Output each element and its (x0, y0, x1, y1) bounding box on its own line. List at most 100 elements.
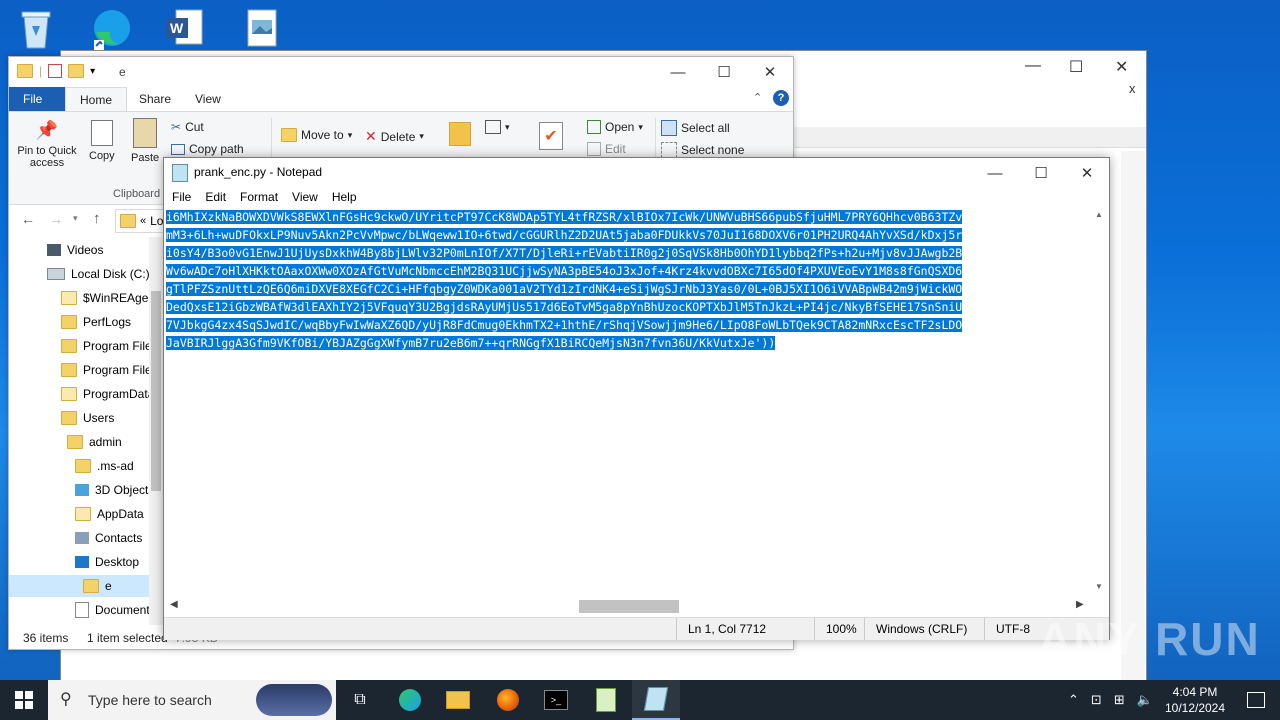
menu-format[interactable]: Format (240, 190, 278, 204)
volume-icon[interactable]: 🔈 (1137, 692, 1153, 708)
new-item-button[interactable]: ▾ (485, 120, 510, 134)
tree-item-desktop[interactable]: Desktop (75, 551, 139, 573)
background-toolbar (781, 101, 1141, 121)
explorer-maximize-button[interactable]: ☐ (701, 57, 747, 87)
pin-quick-access-button[interactable]: 📌 Pin to Quick access (17, 120, 77, 169)
task-view-button[interactable]: ⧉ (336, 680, 384, 720)
tab-view[interactable]: View (181, 87, 235, 111)
select-all-icon (661, 120, 677, 136)
scroll-right-icon[interactable]: ▶ (1076, 599, 1084, 610)
tree-item-appdata[interactable]: AppData (75, 503, 144, 525)
explorer-close-button[interactable]: ✕ (747, 57, 793, 87)
notepad-close-button[interactable]: ✕ (1064, 158, 1110, 188)
tree-item-videos[interactable]: Videos (47, 239, 103, 261)
navigation-scrollbar[interactable] (149, 237, 163, 625)
tree-item-contacts[interactable]: Contacts (75, 527, 142, 549)
tree-item-program-files-x86[interactable]: Program Files (61, 359, 158, 381)
copy-button[interactable]: Copy (89, 120, 115, 162)
new-folder-icon[interactable] (68, 64, 85, 78)
back-arrow-icon[interactable]: ← (21, 211, 35, 227)
word-document-icon[interactable]: W (164, 6, 208, 52)
network-icon[interactable]: ⊞ (1114, 692, 1125, 708)
taskbar-clock[interactable]: 4:04 PM 10/12/2024 (1160, 684, 1230, 716)
tree-item-local-disk[interactable]: Local Disk (C:) (47, 263, 150, 285)
close-small-icon[interactable]: x (1129, 81, 1136, 96)
tab-share[interactable]: Share (125, 87, 185, 111)
copy-path-button[interactable]: Copy path (171, 142, 244, 156)
start-button[interactable] (0, 680, 48, 720)
scroll-up-icon[interactable]: ▲ (1095, 210, 1103, 219)
taskbar-firefox[interactable] (484, 680, 532, 720)
copy-icon (90, 120, 113, 146)
edge-shortcut-icon[interactable] (88, 6, 132, 52)
tab-file[interactable]: File (9, 87, 65, 111)
forward-arrow-icon[interactable]: → (49, 211, 63, 227)
show-hidden-icons-icon[interactable]: ⌃ (1068, 692, 1079, 708)
quick-access-dropdown-icon[interactable]: ▾ (90, 66, 95, 77)
tree-item-3d-objects[interactable]: 3D Objects (75, 479, 154, 501)
tree-item-ms-ad[interactable]: .ms-ad (75, 455, 134, 477)
tree-item-admin[interactable]: admin (67, 431, 122, 453)
notepad-title: prank_enc.py - Notepad (194, 165, 323, 179)
taskbar-file-explorer[interactable] (434, 680, 482, 720)
move-to-button[interactable]: Move to ▾ (281, 128, 352, 142)
up-arrow-icon[interactable]: ↑ (93, 210, 101, 227)
tree-item-program-files[interactable]: Program Files (61, 335, 158, 357)
cut-button[interactable]: ✂ Cut (171, 120, 204, 134)
text-line: i0sY4/B3o0vG1EnwJ1UjUysDxkhW4By8bjLWlv32… (166, 246, 963, 260)
device-icon[interactable]: ⊡ (1091, 692, 1102, 708)
taskbar-edge[interactable] (386, 680, 434, 720)
tree-item-e[interactable]: e (9, 575, 149, 597)
properties-icon[interactable] (48, 64, 63, 78)
menu-edit[interactable]: Edit (205, 190, 226, 204)
tree-item-winreagent[interactable]: $WinREAgent (61, 287, 158, 309)
explorer-minimize-button[interactable]: — (655, 57, 701, 87)
notepad-text-area[interactable]: i6MhIXzkNaBOWXDVWkS8EWXlnFGsHc9ckwO/UYri… (166, 208, 1088, 598)
menu-view[interactable]: View (292, 190, 318, 204)
notification-center-button[interactable] (1232, 680, 1280, 720)
close-icon[interactable]: ✕ (1115, 57, 1128, 77)
taskbar-search-box[interactable]: ⚲ Type here to search (48, 680, 336, 720)
notepad-vertical-scrollbar[interactable]: ▲ ▼ (1091, 208, 1107, 598)
notepad-maximize-button[interactable]: ☐ (1018, 158, 1064, 188)
new-folder-button[interactable] (449, 122, 471, 146)
edit-button[interactable]: Edit (587, 142, 626, 156)
maximize-icon[interactable]: ☐ (1069, 57, 1083, 77)
notepad-horizontal-scrollbar[interactable]: ◀ ▶ (166, 598, 1088, 615)
properties-button[interactable]: ✔ (539, 122, 563, 150)
tree-item-documents[interactable]: Documents (75, 599, 156, 621)
notepad-minimize-button[interactable]: — (972, 158, 1018, 188)
select-none-button[interactable]: Select none (661, 142, 744, 158)
collapse-ribbon-icon[interactable]: ⌃ (753, 91, 762, 104)
minimize-icon[interactable]: — (1025, 57, 1041, 75)
taskbar-notepadpp[interactable] (582, 680, 630, 720)
clock-date: 10/12/2024 (1164, 701, 1226, 715)
menu-help[interactable]: Help (332, 190, 357, 204)
tree-item-users[interactable]: Users (61, 407, 114, 429)
move-to-dropdown-icon: ▾ (347, 129, 353, 140)
select-all-button[interactable]: Select all (661, 120, 730, 136)
tree-item-programdata[interactable]: ProgramData (61, 383, 154, 405)
text-line: mM3+6Lh+wuDFOkxLP9Nuv5Akn2PcVvMpwc/bLWqe… (166, 228, 963, 242)
checkmark-icon: ✔ (539, 122, 563, 150)
tree-item-perflogs[interactable]: PerfLogs (61, 311, 131, 333)
help-icon[interactable]: ? (773, 90, 789, 106)
horizontal-scroll-thumb[interactable] (579, 600, 679, 613)
taskbar-notepad[interactable] (632, 680, 680, 720)
recent-locations-icon[interactable]: ▾ (73, 213, 78, 224)
text-line: JaVBIRJlggA3Gfm9VKfOBi/YBJAZgGgXWfymB7ru… (166, 336, 776, 350)
address-folder-icon (120, 214, 136, 228)
explorer-titlebar: | ▾ e — ☐ ✕ (9, 57, 793, 87)
delete-button[interactable]: ✕ Delete ▾ (365, 128, 424, 145)
scroll-down-icon[interactable]: ▼ (1095, 582, 1103, 591)
image-file-icon[interactable] (240, 6, 284, 52)
tab-home[interactable]: Home (65, 87, 128, 112)
folder-icon (61, 363, 77, 377)
menu-file[interactable]: File (172, 190, 191, 204)
paste-button[interactable]: Paste (131, 118, 159, 164)
recycle-bin-icon[interactable] (14, 6, 58, 52)
new-item-icon (485, 120, 501, 134)
scroll-left-icon[interactable]: ◀ (170, 599, 178, 610)
taskbar-cmd[interactable]: >_ (532, 680, 580, 720)
open-button[interactable]: Open ▾ (587, 120, 643, 134)
